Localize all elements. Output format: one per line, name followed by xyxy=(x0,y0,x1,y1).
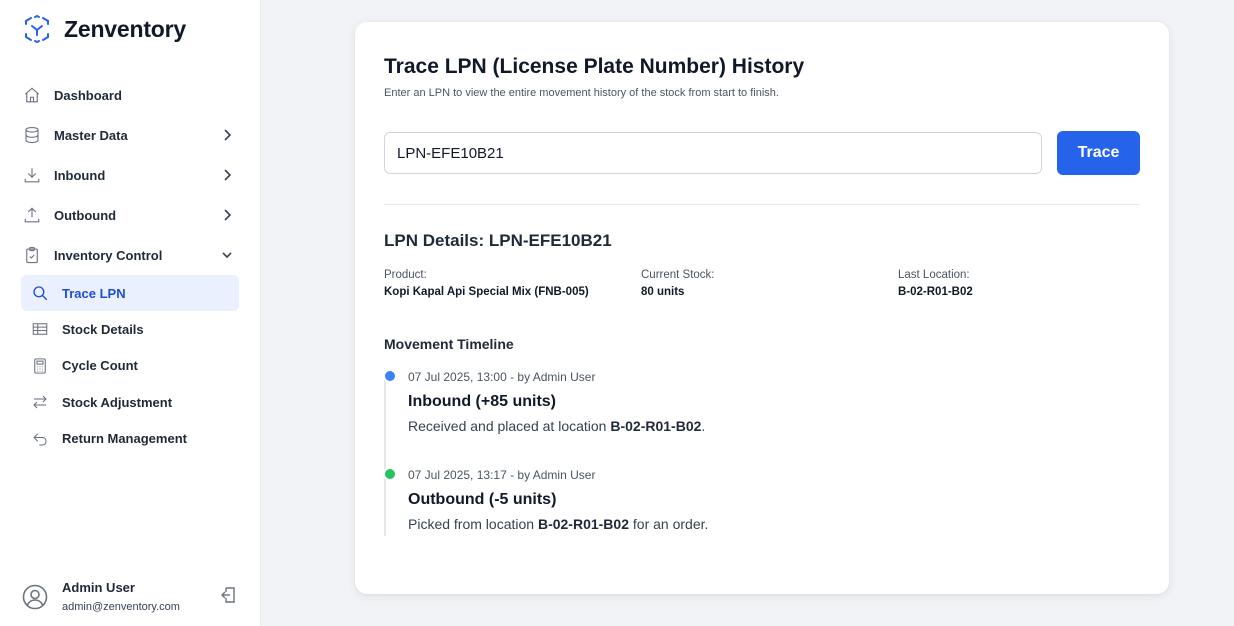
event-meta: 07 Jul 2025, 13:00 - by Admin User xyxy=(408,370,596,384)
trace-button[interactable]: Trace xyxy=(1057,131,1140,175)
logout-icon[interactable] xyxy=(219,585,239,605)
lpn-input[interactable] xyxy=(384,132,1042,174)
sub-label: Stock Details xyxy=(62,321,144,337)
calculator-icon xyxy=(30,356,50,376)
chevron-down-icon xyxy=(222,252,232,259)
sub-label: Return Management xyxy=(62,431,187,447)
event-location: B-02-R01-B02 xyxy=(537,516,629,532)
nav-item-dashboard[interactable]: Dashboard xyxy=(0,75,261,115)
inventory-control-submenu: Trace LPN Stock Details Cycle Count Stoc… xyxy=(0,275,261,457)
logo-icon xyxy=(25,14,49,44)
timeline-dot-outbound xyxy=(383,467,397,481)
event-desc-text: Picked from location xyxy=(408,516,538,532)
download-icon xyxy=(22,165,42,185)
sub-label: Stock Adjustment xyxy=(62,394,173,410)
event-desc-text: for an order. xyxy=(629,516,709,532)
brand[interactable]: Zenventory xyxy=(22,14,186,44)
database-icon xyxy=(22,125,42,145)
product-label: Product: xyxy=(384,269,427,281)
nav-label: Inventory Control xyxy=(54,247,163,263)
home-icon xyxy=(22,85,42,105)
sidebar-item-cycle-count[interactable]: Cycle Count xyxy=(0,348,261,385)
nav-label: Dashboard xyxy=(54,87,122,103)
event-location: B-02-R01-B02 xyxy=(610,418,702,434)
nav-item-outbound[interactable]: Outbound xyxy=(0,195,261,235)
user-profile: Admin User admin@zenventory.com xyxy=(22,578,242,618)
last-location-value: B-02-R01-B02 xyxy=(898,286,973,298)
sidebar-item-return-management[interactable]: Return Management xyxy=(0,421,261,458)
event-desc-text: Received and placed at location xyxy=(408,418,611,434)
product-value: Kopi Kapal Api Special Mix (FNB-005) xyxy=(384,286,589,298)
clipboard-check-icon xyxy=(22,245,42,265)
event-meta: 07 Jul 2025, 13:17 - by Admin User xyxy=(408,468,596,482)
event-desc-text: . xyxy=(701,418,706,434)
page-title: Trace LPN (License Plate Number) History xyxy=(384,55,805,78)
nav-item-inventory-control[interactable]: Inventory Control xyxy=(0,235,261,275)
search-icon xyxy=(30,283,50,303)
chevron-right-icon xyxy=(224,209,232,221)
current-stock-label: Current Stock: xyxy=(641,269,715,281)
main-nav: Dashboard Master Data Inbound Outbound I… xyxy=(0,75,261,275)
upload-icon xyxy=(22,205,42,225)
event-description: Picked from location B-02-R01-B02 for an… xyxy=(408,516,708,532)
event-description: Received and placed at location B-02-R01… xyxy=(408,418,705,434)
current-stock-value: 80 units xyxy=(641,286,685,298)
page-subtitle: Enter an LPN to view the entire movement… xyxy=(384,87,779,99)
nav-label: Inbound xyxy=(54,167,106,183)
timeline-dot-inbound xyxy=(383,369,397,383)
avatar-icon xyxy=(22,584,48,610)
nav-item-inbound[interactable]: Inbound xyxy=(0,155,261,195)
sidebar-item-stock-details[interactable]: Stock Details xyxy=(0,311,261,348)
event-heading: Inbound (+85 units) xyxy=(408,393,556,410)
sub-label: Trace LPN xyxy=(62,285,126,301)
chevron-right-icon xyxy=(224,169,232,181)
nav-label: Master Data xyxy=(54,127,128,143)
sidebar-item-stock-adjustment[interactable]: Stock Adjustment xyxy=(0,384,261,421)
return-arrow-icon xyxy=(30,429,50,449)
user-email: admin@zenventory.com xyxy=(62,601,180,613)
sub-label: Cycle Count xyxy=(62,358,138,374)
divider xyxy=(384,204,1140,205)
sidebar: Zenventory Dashboard Master Data Inbound xyxy=(0,0,261,626)
table-icon xyxy=(30,319,50,339)
lpn-details-title: LPN Details: LPN-EFE10B21 xyxy=(384,231,612,250)
stock-info: Current Stock: 80 units xyxy=(641,269,715,298)
location-info: Last Location: B-02-R01-B02 xyxy=(898,269,973,298)
nav-label: Outbound xyxy=(54,207,117,223)
app-name: Zenventory xyxy=(64,15,186,42)
sidebar-item-trace-lpn[interactable]: Trace LPN xyxy=(21,275,239,311)
product-info: Product: Kopi Kapal Api Special Mix (FNB… xyxy=(384,269,589,298)
swap-arrows-icon xyxy=(30,392,50,412)
event-heading: Outbound (-5 units) xyxy=(408,491,557,508)
nav-item-master-data[interactable]: Master Data xyxy=(0,115,261,155)
user-name: Admin User xyxy=(62,580,135,595)
timeline-line xyxy=(384,376,386,536)
last-location-label: Last Location: xyxy=(898,269,970,281)
timeline-title: Movement Timeline xyxy=(384,336,514,352)
chevron-right-icon xyxy=(224,129,232,141)
trace-lpn-card: Trace LPN (License Plate Number) History… xyxy=(355,22,1169,594)
